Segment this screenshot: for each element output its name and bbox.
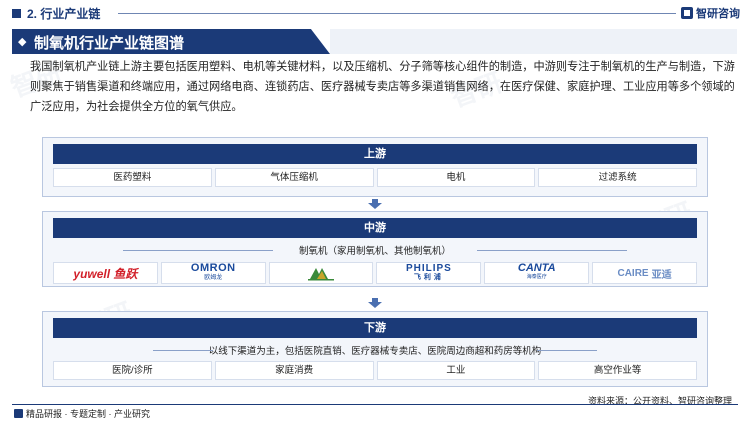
- footer-tagline: 精品研报 · 专题定制 · 产业研究: [26, 409, 150, 419]
- canta-logo-sub: 海泰医疗: [526, 274, 547, 280]
- footer-left: 精品研报 · 专题定制 · 产业研究: [14, 407, 150, 420]
- header-rule: [118, 13, 676, 14]
- brand-logo-icon: [681, 7, 693, 19]
- section-label: 2. 行业产业链: [27, 7, 101, 21]
- caire-logo-text: CAIRE: [617, 267, 649, 279]
- nidek-logo-icon: [308, 268, 335, 281]
- upstream-item: 电机: [376, 168, 536, 187]
- downstream-subtitle: 以线下渠道为主，包括医院直销、医疗器械专卖店、医院周边商超和药房等机构: [53, 343, 697, 357]
- upstream-header: 上游: [53, 144, 697, 164]
- down-arrow-icon: [368, 199, 382, 209]
- company-logo-row: yuwell 鱼跃 OMRON 欧姆龙 PHILIPS 飞利浦 CANTA 海泰…: [53, 262, 697, 284]
- footer-logo-icon: [14, 409, 23, 418]
- downstream-item: 高空作业等: [538, 361, 697, 380]
- omron-logo: OMRON 欧姆龙: [160, 262, 266, 284]
- midstream-subtitle: 制氧机（家用制氧机、其他制氧机）: [53, 243, 697, 257]
- brand-name: 智研咨询: [696, 8, 740, 20]
- midstream-panel: 中游 制氧机（家用制氧机、其他制氧机） yuwell 鱼跃 OMRON 欧姆龙 …: [42, 211, 708, 287]
- canta-logo: CANTA 海泰医疗: [484, 262, 590, 284]
- caire-logo-sub: 亚适: [651, 269, 672, 281]
- title-banner: ◆ 制氧机行业产业链图谱: [12, 29, 330, 54]
- downstream-row: 医院/诊所 家庭消费 工业 高空作业等: [53, 361, 697, 380]
- nidek-logo: [268, 262, 374, 284]
- title-accent: [330, 29, 737, 54]
- downstream-panel: 下游 以线下渠道为主，包括医院直销、医疗器械专卖店、医院周边商超和药房等机构 医…: [42, 311, 708, 387]
- upstream-item: 过滤系统: [538, 168, 697, 187]
- omron-logo-sub: 欧姆龙: [204, 275, 223, 281]
- page-title: 制氧机行业产业链图谱: [34, 35, 185, 52]
- section-marker-icon: [12, 9, 21, 18]
- downstream-item: 医院/诊所: [53, 361, 212, 380]
- downstream-item: 工业: [376, 361, 536, 380]
- yuwell-logo: yuwell 鱼跃: [53, 262, 158, 284]
- yuwell-logo-text: yuwell 鱼跃: [73, 266, 138, 281]
- upstream-item: 气体压缩机: [214, 168, 374, 187]
- upstream-item: 医药塑料: [53, 168, 212, 187]
- top-bar: 2. 行业产业链 智研咨询: [0, 0, 750, 26]
- caire-logo: CAIRE 亚适: [592, 262, 697, 284]
- down-arrow-icon: [368, 298, 382, 308]
- upstream-row: 医药塑料 气体压缩机 电机 过滤系统: [53, 168, 697, 187]
- diamond-icon: ◆: [18, 36, 27, 48]
- brand: 智研咨询: [681, 5, 740, 21]
- philips-logo-sub: 飞利浦: [413, 274, 444, 281]
- description: 我国制氧机产业链上游主要包括医用塑料、电机等关键材料，以及压缩机、分子筛等核心组…: [30, 61, 735, 113]
- downstream-header: 下游: [53, 318, 697, 338]
- upstream-panel: 上游 医药塑料 气体压缩机 电机 过滤系统: [42, 137, 708, 197]
- midstream-header: 中游: [53, 218, 697, 238]
- philips-logo: PHILIPS 飞利浦: [376, 262, 482, 284]
- downstream-item: 家庭消费: [214, 361, 374, 380]
